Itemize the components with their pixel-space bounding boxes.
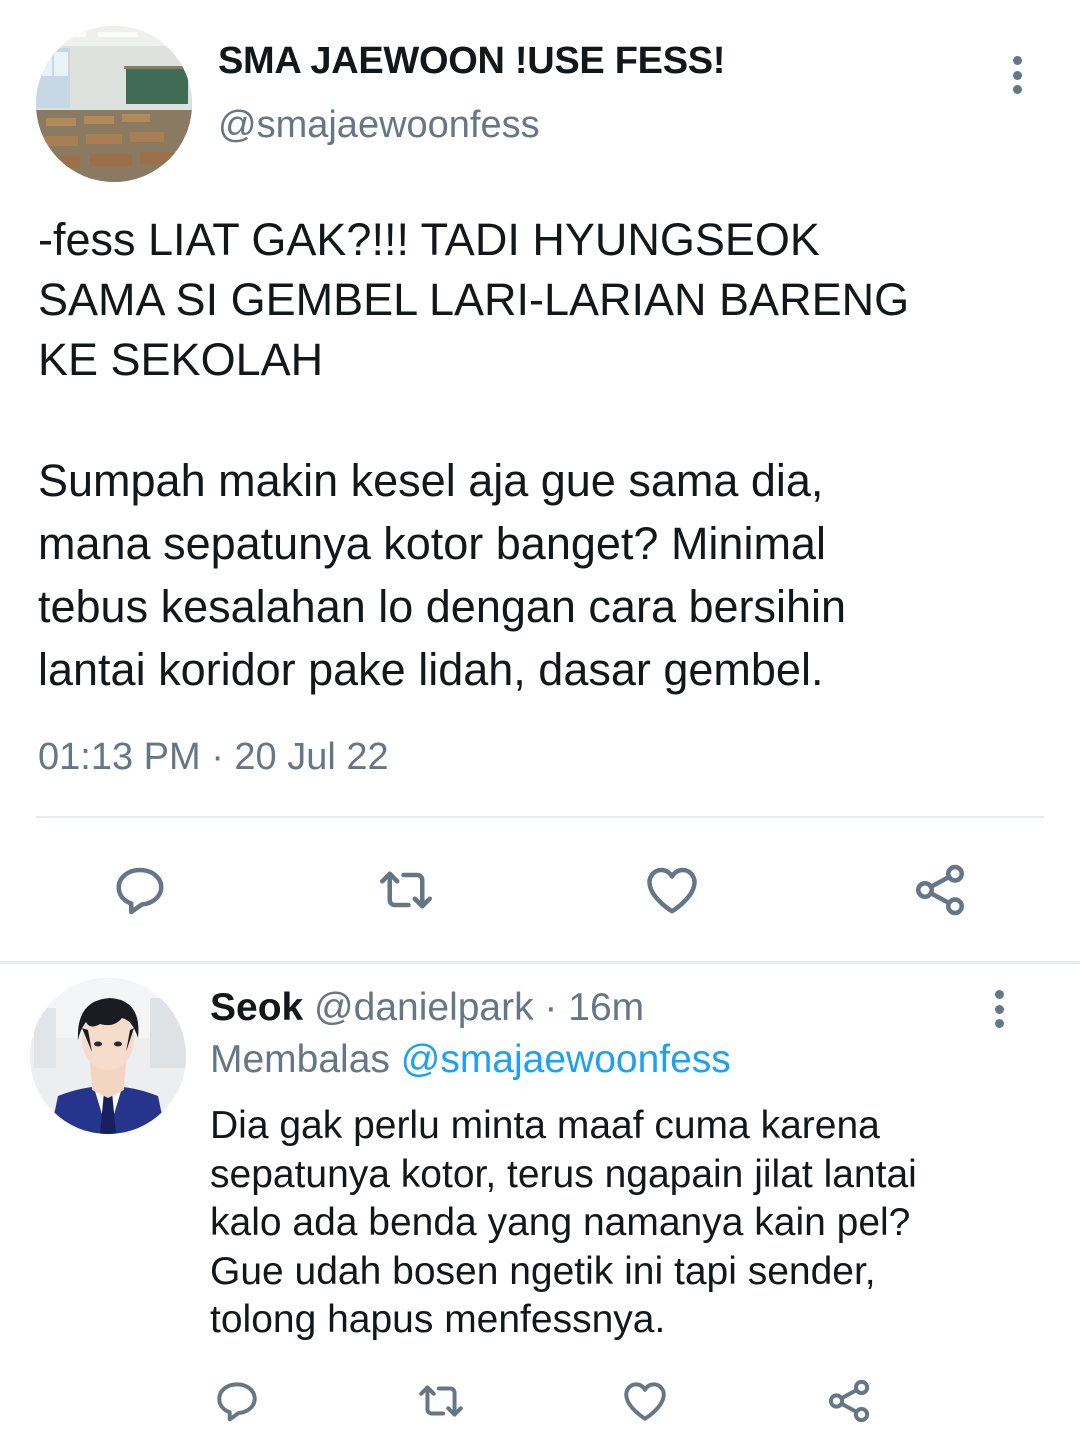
tweet-paragraph: Sumpah makin kesel aja gue sama dia, man… — [38, 449, 1048, 701]
avatar[interactable] — [36, 26, 192, 182]
reply-handle-time[interactable]: @danielpark · 16m — [303, 986, 644, 1029]
text-line: mana sepatunya kotor banget? Minimal — [38, 518, 826, 569]
like-button[interactable] — [618, 1374, 672, 1428]
share-icon — [915, 864, 965, 916]
text-line: SAMA SI GEMBEL LARI-LARIAN BARENG — [38, 274, 910, 325]
share-button[interactable] — [908, 858, 972, 922]
text-line: -fess LIAT GAK?!!! TADI HYUNGSEOK — [38, 214, 820, 265]
text-line: Sumpah makin kesel aja gue sama dia, — [38, 455, 824, 506]
text-line: tolong hapus menfessnya. — [210, 1298, 666, 1341]
reply-avatar[interactable] — [30, 978, 186, 1134]
replying-to: Membalas @smajaewoonfess — [210, 1038, 731, 1082]
retweet-button[interactable] — [374, 858, 438, 922]
mention-link[interactable]: @smajaewoonfess — [401, 1038, 731, 1081]
text-line: kalo ada benda yang namanya kain pel? — [210, 1201, 911, 1244]
replying-to-label: Membalas — [210, 1038, 401, 1081]
reply-text: Dia gak perlu minta maaf cuma karena sep… — [210, 1102, 1060, 1345]
text-line: sepatunya kotor, terus ngapain jilat lan… — [210, 1152, 917, 1196]
reply-icon — [116, 867, 164, 915]
like-icon — [624, 1382, 666, 1421]
reply-icon — [217, 1382, 257, 1422]
reply-action-bar — [0, 1374, 1080, 1430]
user-handle[interactable]: @smajaewoonfess — [218, 104, 540, 147]
retweet-icon — [380, 871, 432, 909]
reply-display-name[interactable]: Seok — [210, 986, 303, 1029]
text-line: Dia gak perlu minta maaf cuma karena — [210, 1104, 880, 1147]
tweet-text: -fess LIAT GAK?!!! TADI HYUNGSEOK SAMA S… — [38, 210, 1048, 701]
share-icon — [828, 1379, 870, 1423]
more-vertical-icon — [982, 988, 1016, 1030]
more-vertical-icon — [1000, 54, 1034, 96]
section-divider — [0, 961, 1080, 964]
display-name[interactable]: SMA JAEWOON !USE FESS! — [218, 40, 725, 83]
like-button[interactable] — [640, 858, 704, 922]
reply-header: Seok @danielpark · 16m — [210, 986, 644, 1030]
more-options-button[interactable] — [1000, 54, 1034, 96]
timestamp[interactable]: 01:13 PM · 20 Jul 22 — [38, 736, 389, 779]
tweet-paragraph: -fess LIAT GAK?!!! TADI HYUNGSEOK SAMA S… — [38, 210, 1048, 390]
retweet-icon — [419, 1385, 463, 1417]
text-line: lantai koridor pake lidah, dasar gembel. — [38, 644, 824, 695]
like-icon — [647, 867, 697, 914]
text-line: KE SEKOLAH — [38, 334, 324, 385]
reply-button[interactable] — [210, 1374, 264, 1428]
anime-character-portrait — [30, 978, 186, 1134]
reply-more-options-button[interactable] — [982, 988, 1016, 1030]
text-line: Gue udah bosen ngetik ini tapi sender, — [210, 1249, 876, 1293]
retweet-button[interactable] — [414, 1374, 468, 1428]
reply-button[interactable] — [108, 858, 172, 922]
classroom-photo — [36, 26, 192, 182]
divider — [36, 816, 1044, 818]
tweet-action-bar — [0, 858, 1080, 922]
text-line: tebus kesalahan lo dengan cara bersihin — [38, 581, 847, 632]
share-button[interactable] — [822, 1374, 876, 1428]
